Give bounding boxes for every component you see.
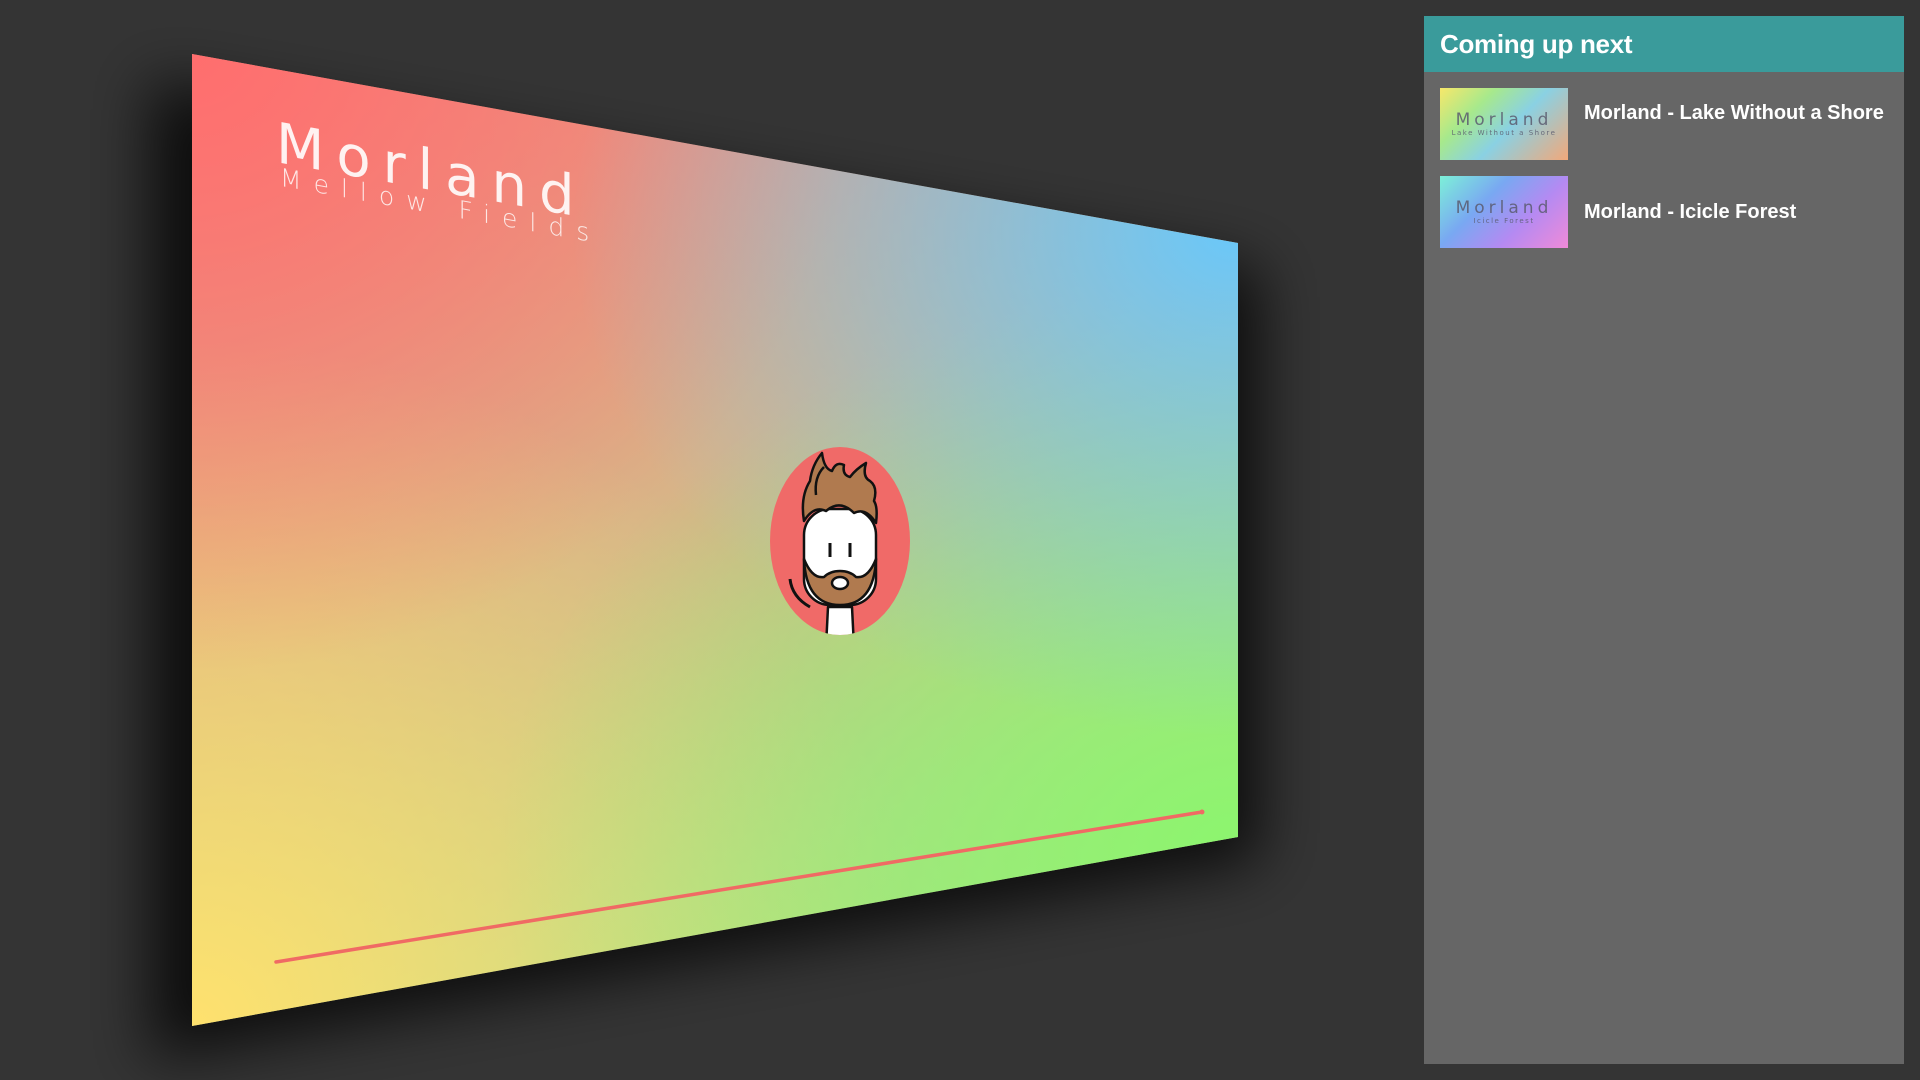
video-player[interactable]: Morland Mellow Fields (192, 54, 1238, 1026)
video-title-link[interactable]: Morland - Icicle Forest (1584, 176, 1884, 248)
list-item[interactable]: Morland Icicle Forest Morland - Icicle F… (1424, 160, 1904, 248)
progress-bar-fill (274, 810, 1204, 964)
up-next-panel: Coming up next Morland Lake Without a Sh… (1424, 16, 1904, 1064)
video-thumbnail[interactable]: Morland Lake Without a Shore (1440, 88, 1568, 160)
up-next-header: Coming up next (1424, 16, 1904, 72)
thumbnail-title: Morland (1455, 197, 1553, 218)
progress-bar[interactable] (192, 54, 1238, 1026)
list-item[interactable]: Morland Lake Without a Shore Morland - L… (1424, 72, 1904, 160)
thumbnail-subtitle: Lake Without a Shore (1451, 128, 1557, 137)
video-thumbnail[interactable]: Morland Icicle Forest (1440, 176, 1568, 248)
video-title-link[interactable]: Morland - Lake Without a Shore (1584, 88, 1884, 160)
progress-handle[interactable] (1199, 809, 1205, 815)
thumbnail-title: Morland (1455, 109, 1553, 130)
thumbnail-subtitle: Icicle Forest (1473, 216, 1535, 225)
video-stage: Morland Mellow Fields (0, 0, 1420, 1080)
up-next-list: Morland Lake Without a Shore Morland - L… (1424, 72, 1904, 248)
